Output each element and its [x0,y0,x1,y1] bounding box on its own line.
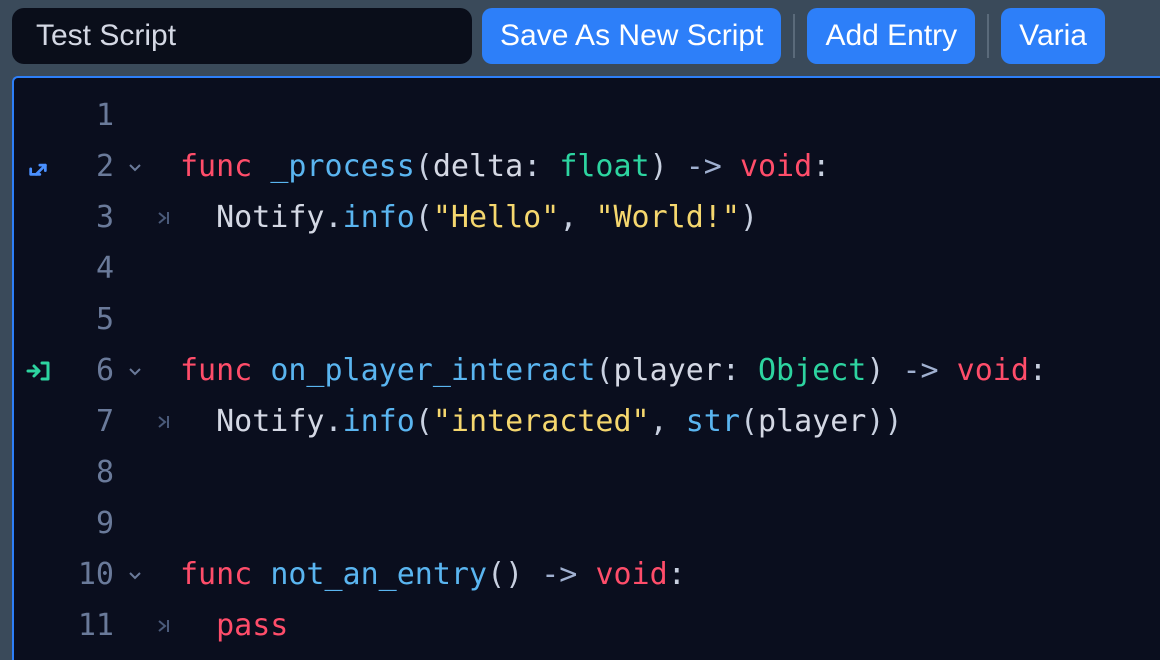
toolbar-divider [793,14,795,58]
code-line[interactable]: 9 [14,498,1160,549]
indent-chevron-icon [155,412,175,432]
editor-content: 1 2 func _process(delta: float) -> void: [14,78,1160,651]
line-number: 3 [62,200,120,235]
code-text: func on_player_interact(player: Object) … [180,353,1047,388]
toolbar: Test Script Save As New Script Add Entry… [0,0,1160,72]
line-number: 9 [62,506,120,541]
override-icon [14,156,62,178]
entry-icon [14,360,62,382]
code-line[interactable]: 4 [14,243,1160,294]
indent-guide [150,616,180,636]
line-number: 2 [62,149,120,184]
line-number: 6 [62,353,120,388]
code-line[interactable]: 10 func not_an_entry() -> void: [14,549,1160,600]
code-line[interactable]: 2 func _process(delta: float) -> void: [14,141,1160,192]
indent-guide [150,412,180,432]
code-line[interactable]: 1 [14,90,1160,141]
code-text: pass [180,608,288,643]
fold-toggle[interactable] [120,363,150,379]
line-number: 5 [62,302,120,337]
code-editor[interactable]: 1 2 func _process(delta: float) -> void: [12,76,1160,660]
line-number: 11 [62,608,120,643]
chevron-down-icon [127,567,143,583]
chevron-down-icon [127,159,143,175]
chevron-down-icon [127,363,143,379]
code-line[interactable]: 11 pass [14,600,1160,651]
code-line[interactable]: 3 Notify.info("Hello", "World!") [14,192,1160,243]
script-name-label: Test Script [36,19,176,53]
line-number: 8 [62,455,120,490]
indent-chevron-icon [155,208,175,228]
variables-button[interactable]: Varia [1001,8,1105,64]
line-number: 7 [62,404,120,439]
save-as-new-script-button[interactable]: Save As New Script [482,8,781,64]
indent-guide [150,208,180,228]
script-name-field[interactable]: Test Script [12,8,472,64]
code-text: Notify.info("Hello", "World!") [180,200,758,235]
code-line[interactable]: 8 [14,447,1160,498]
code-line[interactable]: 7 Notify.info("interacted", str(player)) [14,396,1160,447]
code-text: func _process(delta: float) -> void: [180,149,830,184]
line-number: 4 [62,251,120,286]
code-text: func not_an_entry() -> void: [180,557,686,592]
line-number: 10 [62,557,120,592]
fold-toggle[interactable] [120,567,150,583]
indent-chevron-icon [155,616,175,636]
toolbar-divider [987,14,989,58]
code-line[interactable]: 6 func on_player_interact(player: Object… [14,345,1160,396]
line-number: 1 [62,98,120,133]
fold-toggle[interactable] [120,159,150,175]
code-line[interactable]: 5 [14,294,1160,345]
add-entry-button[interactable]: Add Entry [807,8,975,64]
code-text: Notify.info("interacted", str(player)) [180,404,903,439]
